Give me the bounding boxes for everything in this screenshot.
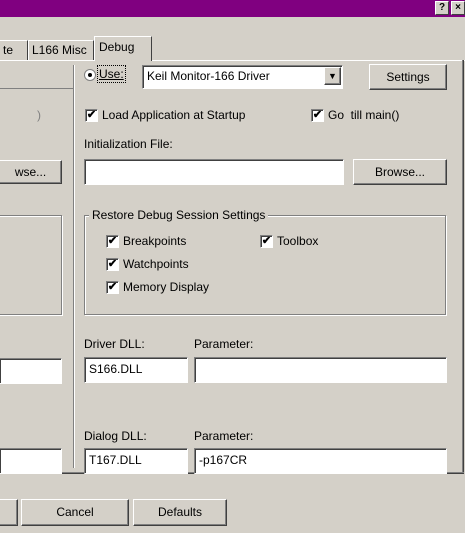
use-target-label: Use: <box>97 65 126 83</box>
dialog-param-input[interactable]: -p167CR <box>194 448 447 474</box>
section-divider-highlight <box>74 65 75 468</box>
driver-dll-input[interactable]: S166.DLL <box>84 357 188 383</box>
load-app-label: Load Application at Startup <box>102 108 246 122</box>
driver-param-input[interactable] <box>194 357 447 383</box>
radio-selected-dot <box>88 73 92 77</box>
dialog-dll-value: T167.DLL <box>89 453 142 467</box>
ok-button[interactable] <box>0 499 18 526</box>
driver-select[interactable]: Keil Monitor-166 Driver ▼ <box>142 65 343 89</box>
dialog-dll-input[interactable]: T167.DLL <box>84 448 188 474</box>
close-button[interactable]: × <box>451 1 465 15</box>
go-till-main-checkbox[interactable]: ✔ <box>311 109 324 122</box>
tab-l166-misc[interactable]: L166 Misc <box>28 40 94 60</box>
dialog-param-value: -p167CR <box>199 453 248 467</box>
driver-dll-label: Driver DLL: <box>84 337 145 351</box>
watchpoints-checkbox[interactable]: ✔ <box>106 258 119 271</box>
defaults-button-label: Defaults <box>157 505 203 519</box>
dialog-dll-label: Dialog DLL: <box>84 429 147 443</box>
use-target-radio[interactable] <box>84 69 96 81</box>
watchpoints-label: Watchpoints <box>123 257 189 271</box>
defaults-button[interactable]: Defaults <box>133 499 227 526</box>
left-restore-group <box>0 215 62 315</box>
help-button[interactable]: ? <box>435 1 449 15</box>
dialog-param-label: Parameter: <box>194 429 254 443</box>
left-partial-label: ) <box>37 108 41 122</box>
chevron-down-icon[interactable]: ▼ <box>324 67 341 85</box>
load-app-checkbox[interactable]: ✔ <box>85 109 98 122</box>
cancel-button-label: Cancel <box>56 505 94 519</box>
init-file-label: Initialization File: <box>84 137 173 151</box>
left-browse-label: wse... <box>14 165 47 179</box>
settings-button-label: Settings <box>386 70 430 84</box>
browse-button[interactable]: Browse... <box>353 159 447 185</box>
left-dialog-dll-input[interactable] <box>0 448 62 474</box>
use-target-label-text: Use: <box>99 67 124 81</box>
breakpoints-label: Breakpoints <box>123 234 187 248</box>
tab-l166-misc-label: L166 Misc <box>32 43 87 57</box>
tab-partial-label: te <box>3 43 14 57</box>
tab-panel-right-shadow <box>463 60 464 473</box>
go-till-main-label: Go till main() <box>328 108 400 122</box>
tab-debug[interactable]: Debug <box>94 36 152 61</box>
init-file-input[interactable] <box>84 159 344 185</box>
breakpoints-checkbox[interactable]: ✔ <box>106 235 119 248</box>
memory-display-checkbox[interactable]: ✔ <box>106 281 119 294</box>
left-section-line <box>0 88 73 89</box>
restore-session-group-title: Restore Debug Session Settings <box>89 208 269 222</box>
check-icon: ✔ <box>107 258 118 270</box>
memory-display-label: Memory Display <box>123 280 210 294</box>
check-icon: ✔ <box>312 109 323 121</box>
tab-panel-top-edge <box>0 60 465 61</box>
toolbox-label: Toolbox <box>277 234 319 248</box>
left-browse-button[interactable]: wse... <box>0 160 62 184</box>
driver-select-value: Keil Monitor-166 Driver <box>147 69 270 83</box>
driver-dll-value: S166.DLL <box>89 362 143 376</box>
check-icon: ✔ <box>86 109 97 121</box>
cancel-button[interactable]: Cancel <box>21 499 129 526</box>
driver-param-label: Parameter: <box>194 337 254 351</box>
title-bar: ? × <box>0 0 465 17</box>
check-icon: ✔ <box>261 235 272 247</box>
left-driver-dll-input[interactable] <box>0 358 62 384</box>
tab-partial[interactable]: te <box>0 40 28 60</box>
check-icon: ✔ <box>107 235 118 247</box>
toolbox-checkbox[interactable]: ✔ <box>260 235 273 248</box>
check-icon: ✔ <box>107 281 118 293</box>
tab-debug-label: Debug <box>99 40 135 54</box>
settings-button[interactable]: Settings <box>369 64 447 90</box>
browse-button-label: Browse... <box>374 165 425 179</box>
